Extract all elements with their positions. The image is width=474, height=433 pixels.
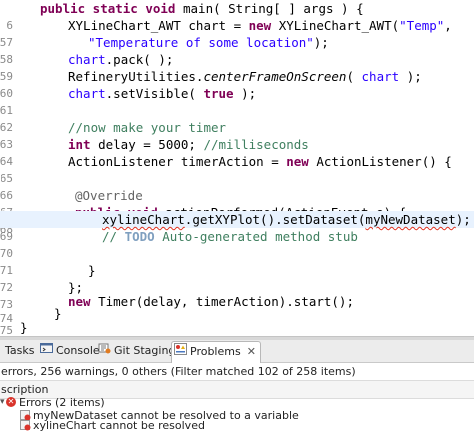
error-token: xylineChart	[102, 212, 185, 227]
code-text: (	[346, 69, 362, 84]
comment: //now make your timer	[68, 120, 227, 135]
git-icon	[98, 340, 111, 362]
error-marker-icon	[20, 420, 31, 433]
error-token: myNewDataset	[365, 212, 456, 227]
code-line[interactable]: 76 }	[0, 319, 474, 336]
variable-ref: chart	[68, 86, 106, 101]
code-line[interactable]: 62	[0, 102, 474, 134]
tab-label: Git Staging	[114, 344, 176, 357]
variable-ref: chart	[68, 52, 106, 67]
code-text: .pack( );	[105, 52, 174, 67]
problem-text: xylineChart cannot be resolved	[33, 419, 205, 432]
variable-ref: chart	[361, 69, 400, 84]
group-label: Errors (2 items)	[19, 396, 105, 409]
code-line[interactable]: 64 int delay = 5000; //milliseconds	[0, 136, 474, 168]
code-text: }	[20, 320, 28, 335]
code-text: XYLineChart_AWT(	[271, 18, 400, 33]
code-line[interactable]: 6 public static void main( String[ ] arg…	[0, 0, 474, 32]
keyword: new	[248, 18, 272, 33]
tab-label: Problems	[190, 345, 241, 358]
tab-git-staging[interactable]: Git Staging	[98, 340, 175, 362]
tab-label: Tasks	[5, 344, 35, 357]
comment: //milliseconds	[203, 137, 309, 152]
error-icon: ✕	[6, 397, 16, 407]
code-text: delay = 5000;	[90, 137, 204, 152]
problem-item[interactable]: xylineChart cannot be resolved	[0, 420, 474, 431]
code-line[interactable]: 72 }	[0, 262, 474, 294]
code-text: ,	[444, 18, 452, 33]
code-line[interactable]: 58 "Temperature of some location");	[0, 34, 474, 66]
keyword: true	[203, 86, 234, 101]
code-text: .getXYPlot().setDataset(	[184, 212, 366, 227]
keyword: public static void	[40, 1, 176, 16]
close-tab-icon[interactable]: ✕	[247, 345, 256, 358]
code-line[interactable]: 71	[0, 245, 474, 277]
expand-toggle-icon[interactable]: ▾	[0, 397, 5, 408]
comment: Auto-generated method stub	[154, 229, 358, 244]
todo-tag: TODO	[124, 229, 155, 244]
code-line[interactable]: 65 ActionListener timerAction = new Acti…	[0, 153, 474, 185]
code-line[interactable]: 66	[0, 170, 474, 202]
problems-summary: errors, 256 warnings, 0 others (Filter m…	[1, 365, 356, 378]
code-line[interactable]: 59 chart.pack( );	[0, 51, 474, 83]
code-line[interactable]: 63 //now make your timer	[0, 119, 474, 151]
tab-tasks[interactable]: Tasks	[2, 340, 34, 362]
string-literal: "Temp"	[399, 18, 445, 33]
code-line-current[interactable]: 69 xylineChart.getXYPlot().setDataset(my…	[0, 211, 474, 243]
code-line[interactable]: 57 XYLineChart_AWT chart = new XYLineCha…	[0, 17, 474, 49]
code-text: );	[233, 86, 257, 101]
code-text: .setVisible(	[105, 86, 204, 101]
code-line[interactable]: 60 RefineryUtilities.centerFrameOnScreen…	[0, 68, 474, 100]
code-editor[interactable]: 6 public static void main( String[ ] arg…	[0, 0, 474, 336]
code-text: XYLineChart_AWT chart =	[68, 18, 249, 33]
keyword: int	[68, 137, 91, 152]
string-literal: "Temperature of some location"	[88, 35, 314, 50]
code-text: );	[455, 212, 471, 227]
code-text: ActionListener() {	[308, 154, 452, 169]
tab-label: Console	[56, 344, 100, 357]
code-text: }	[88, 263, 96, 278]
tree-group-errors[interactable]: ▾ ✕ Errors (2 items)	[0, 397, 474, 408]
keyword: new	[286, 154, 309, 169]
code-text: );	[313, 35, 329, 50]
code-text: ActionListener timerAction =	[68, 154, 287, 169]
static-method: centerFrameOnScreen	[203, 69, 347, 84]
code-text: );	[399, 69, 422, 84]
comment: //	[102, 229, 125, 244]
code-line[interactable]: 67 @Override	[0, 187, 474, 219]
view-tab-bar: Tasks Console Git Staging Problems ✕	[0, 340, 474, 363]
console-icon	[40, 340, 53, 362]
tab-problems[interactable]: Problems ✕	[171, 341, 261, 363]
code-text: RefineryUtilities.	[68, 69, 204, 84]
code-line[interactable]: 61 chart.setVisible( true );	[0, 85, 474, 117]
code-line[interactable]: 70 // TODO Auto-generated method stub	[0, 228, 474, 260]
annotation: @Override	[75, 188, 143, 203]
tab-console[interactable]: Console	[40, 340, 100, 362]
code-text: main( String[ ] args ) {	[175, 1, 364, 16]
problems-icon	[174, 342, 187, 362]
